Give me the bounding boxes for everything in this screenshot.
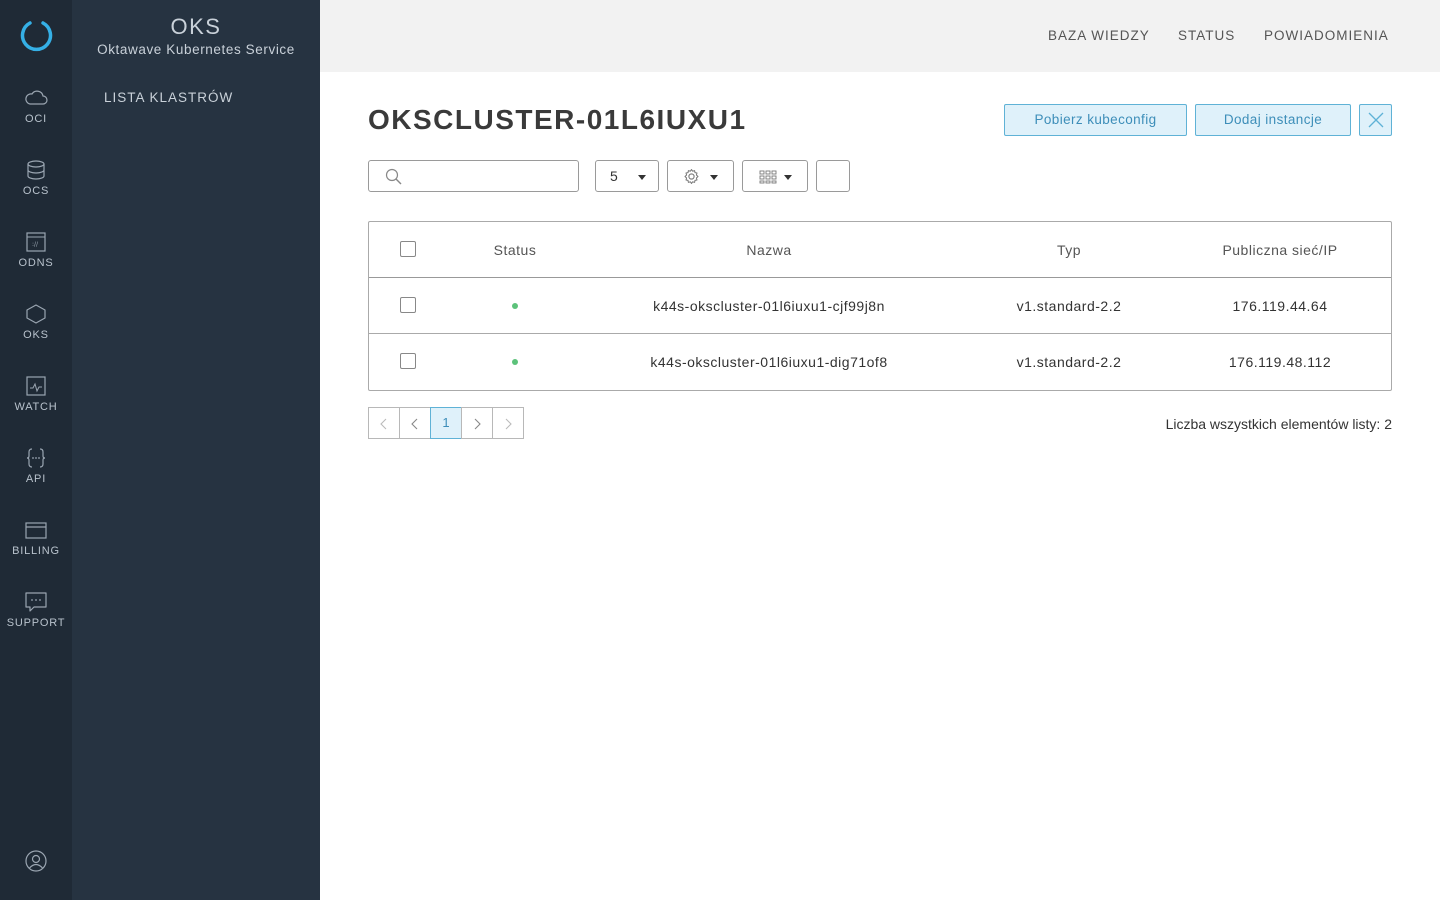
rail-item-support[interactable]: SUPPORT — [0, 592, 72, 656]
monitor-icon — [26, 376, 46, 396]
dns-icon: :// — [26, 232, 46, 252]
download-kubeconfig-button[interactable]: Pobierz kubeconfig — [1004, 104, 1187, 136]
rail-item-api[interactable]: API — [0, 448, 72, 512]
search-box — [368, 160, 579, 192]
service-title: OKS — [170, 14, 222, 39]
extra-action-button[interactable] — [816, 160, 850, 192]
instance-ip: 176.119.48.112 — [1228, 354, 1332, 370]
page-1-button[interactable]: 1 — [430, 407, 462, 439]
icon-rail: OCI OCS :// ODNS OKS WATCH API BILLING S… — [0, 0, 72, 900]
search-input[interactable] — [409, 165, 569, 187]
chevron-down-icon — [710, 175, 718, 180]
rail-item-oks[interactable]: OKS — [0, 304, 72, 368]
rail-item-label: OCI — [25, 113, 47, 125]
status-cell — [449, 278, 581, 334]
user-account-icon[interactable] — [25, 850, 47, 872]
select-all-checkbox[interactable] — [400, 241, 416, 257]
rail-item-label: OCS — [22, 185, 50, 197]
rail-item-ocs[interactable]: OCS — [0, 160, 72, 224]
chevron-right-icon — [505, 418, 512, 430]
instance-type: v1.standard-2.2 — [1016, 354, 1122, 370]
instance-type: v1.standard-2.2 — [1016, 298, 1122, 314]
database-icon — [27, 160, 45, 180]
svg-text:://: :// — [32, 241, 39, 248]
cloud-icon — [25, 90, 48, 105]
chevron-left-icon — [411, 418, 418, 430]
grid-columns-icon — [759, 170, 777, 184]
instance-ip: 176.119.44.64 — [1232, 298, 1328, 314]
rail-item-label: BILLING — [12, 545, 60, 557]
add-instance-button[interactable]: Dodaj instancje — [1195, 104, 1351, 136]
sidebar-item-cluster-list[interactable]: LISTA KLASTRÓW — [104, 90, 233, 105]
close-button[interactable] — [1359, 104, 1392, 136]
rail-item-label: API — [25, 473, 47, 485]
instances-table: Status Nazwa Typ Publiczna sieć/IP k44s-… — [368, 221, 1392, 391]
topnav-status[interactable]: STATUS — [1178, 28, 1235, 43]
last-page-button[interactable] — [492, 407, 524, 439]
service-sidebar: OKS Oktawave Kubernetes Service LISTA KL… — [72, 0, 320, 900]
table-row[interactable]: k44s-okscluster-01l6iuxu1-dig71of8 v1.st… — [369, 334, 1391, 390]
settings-dropdown[interactable] — [667, 160, 734, 192]
rail-item-odns[interactable]: :// ODNS — [0, 232, 72, 296]
page-size-value: 5 — [610, 168, 618, 184]
status-active-dot — [512, 303, 518, 310]
rail-item-label: ODNS — [18, 257, 54, 269]
column-header-type[interactable]: Typ — [957, 222, 1181, 278]
next-page-button[interactable] — [461, 407, 493, 439]
chat-icon — [25, 592, 47, 612]
column-header-public-ip[interactable]: Publiczna sieć/IP — [1181, 222, 1379, 278]
row-checkbox[interactable] — [400, 353, 416, 369]
rail-item-label: SUPPORT — [6, 617, 66, 629]
chevron-down-icon — [784, 175, 792, 180]
rail-item-label: OKS — [23, 329, 49, 341]
total-items-count: Liczba wszystkich elementów listy: 2 — [1165, 416, 1392, 432]
chevron-down-icon — [638, 175, 646, 180]
topnav-notifications[interactable]: POWIADOMIENIA — [1264, 28, 1389, 43]
table-row[interactable]: k44s-okscluster-01l6iuxu1-cjf99j8n v1.st… — [369, 278, 1391, 334]
first-page-button[interactable] — [368, 407, 400, 439]
topnav-knowledge-base[interactable]: BAZA WIEDZY — [1048, 28, 1150, 43]
page-title: OKSCLUSTER-01L6IUXU1 — [368, 104, 747, 135]
columns-dropdown[interactable] — [742, 160, 808, 192]
gear-icon — [684, 169, 699, 184]
status-active-dot — [512, 359, 518, 366]
service-subtitle: Oktawave Kubernetes Service — [97, 42, 295, 57]
table-header: Status Nazwa Typ Publiczna sieć/IP — [369, 222, 1391, 278]
hexagon-icon — [26, 304, 46, 324]
prev-page-button[interactable] — [399, 407, 431, 439]
close-icon — [1368, 112, 1384, 128]
rail-item-label: WATCH — [14, 401, 58, 413]
row-checkbox[interactable] — [400, 297, 416, 313]
status-cell — [449, 334, 581, 390]
rail-item-oci[interactable]: OCI — [0, 88, 72, 152]
rail-item-billing[interactable]: BILLING — [0, 520, 72, 584]
card-icon — [25, 522, 47, 539]
rail-item-watch[interactable]: WATCH — [0, 376, 72, 440]
chevron-left-icon — [380, 418, 387, 430]
braces-icon — [26, 448, 46, 468]
search-icon — [385, 168, 402, 185]
page-size-select[interactable]: 5 — [595, 160, 659, 192]
top-bar: BAZA WIEDZY STATUS POWIADOMIENIA — [320, 0, 1440, 72]
instance-name: k44s-okscluster-01l6iuxu1-cjf99j8n — [653, 298, 885, 314]
chevron-right-icon — [474, 418, 481, 430]
oktawave-logo-icon[interactable] — [20, 18, 53, 54]
column-header-status[interactable]: Status — [449, 222, 581, 278]
column-header-name[interactable]: Nazwa — [581, 222, 957, 278]
instance-name: k44s-okscluster-01l6iuxu1-dig71of8 — [650, 354, 888, 370]
